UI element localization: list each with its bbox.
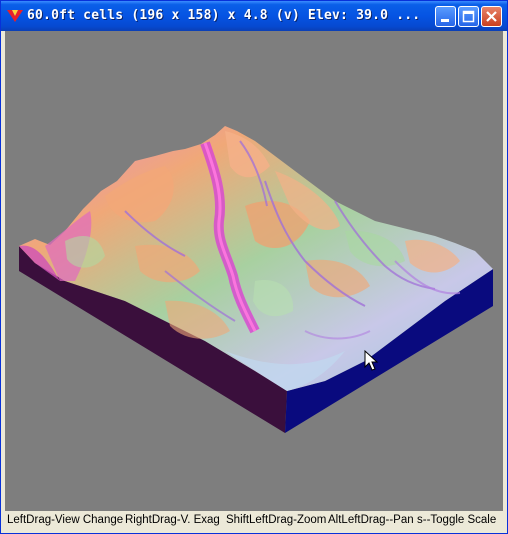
maximize-button[interactable] <box>458 6 479 27</box>
status-hint-toggle-scale: s--Toggle Scale <box>417 514 497 526</box>
window-title: 60.0ft cells (196 x 158) x 4.8 (v) Elev:… <box>27 8 421 23</box>
status-bar: LeftDrag-View Change RightDrag-V. Exag S… <box>5 511 503 531</box>
app-window: 60.0ft cells (196 x 158) x 4.8 (v) Elev:… <box>0 0 508 534</box>
status-hint-pan: AltLeftDrag--Pan <box>328 514 414 526</box>
status-hint-view-change: LeftDrag-View Change <box>7 514 124 526</box>
terrain-render[interactable] <box>5 31 503 511</box>
terrain-3d-viewport[interactable] <box>5 31 503 511</box>
maximize-icon <box>462 10 475 23</box>
minimize-button[interactable] <box>435 6 456 27</box>
minimize-icon <box>441 19 449 22</box>
close-button[interactable] <box>481 6 502 27</box>
status-hint-vertical-exaggeration: RightDrag-V. Exag <box>125 514 220 526</box>
status-hint-zoom: ShiftLeftDrag-Zoom <box>226 514 327 526</box>
close-icon <box>486 11 497 22</box>
app-icon[interactable] <box>6 8 24 24</box>
title-bar[interactable]: 60.0ft cells (196 x 158) x 4.8 (v) Elev:… <box>1 1 507 31</box>
